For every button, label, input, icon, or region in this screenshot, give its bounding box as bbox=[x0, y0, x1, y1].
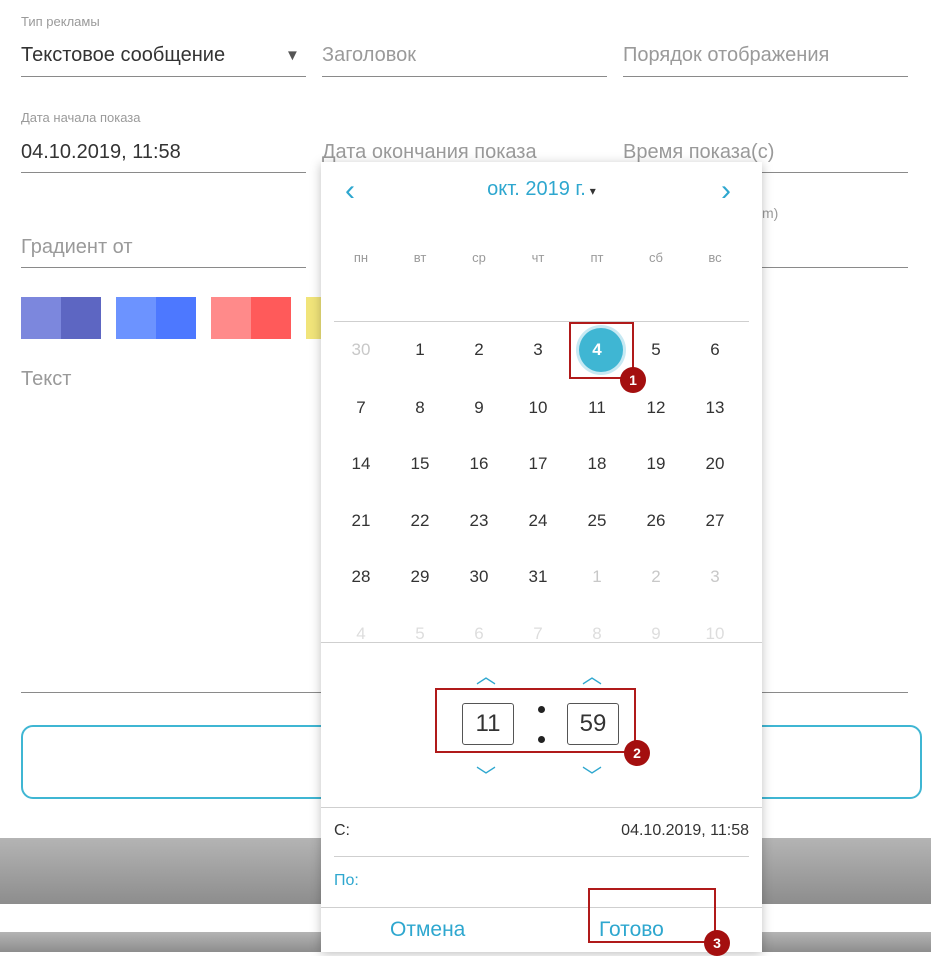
annotation-badge-2: 2 bbox=[624, 740, 650, 766]
day-cell[interactable]: 19 bbox=[636, 454, 676, 474]
minute-down-chevron-icon[interactable]: ﹀ bbox=[582, 760, 602, 789]
display-time-input[interactable]: Время показа(с) bbox=[623, 141, 774, 164]
display-order-underline bbox=[623, 76, 908, 77]
gradient-from-underline bbox=[21, 267, 306, 268]
ad-type-underline bbox=[21, 76, 306, 77]
weekday-label: пт bbox=[590, 250, 604, 265]
day-cell[interactable]: 29 bbox=[400, 567, 440, 587]
day-cell[interactable]: 2 bbox=[459, 340, 499, 360]
start-date-underline bbox=[21, 172, 306, 173]
title-input[interactable]: Заголовок bbox=[322, 44, 416, 67]
hour-up-chevron-icon[interactable]: ︿ bbox=[476, 660, 496, 689]
to-label: По: bbox=[334, 872, 359, 889]
swatch-left bbox=[306, 297, 321, 339]
day-cell[interactable]: 5 bbox=[636, 340, 676, 360]
text-label: Текст bbox=[21, 368, 72, 390]
day-cell[interactable]: 31 bbox=[518, 567, 558, 587]
day-cell[interactable]: 5 bbox=[400, 624, 440, 644]
day-cell[interactable]: 3 bbox=[695, 567, 735, 587]
swatch-right bbox=[156, 297, 196, 339]
weekday-label: пн bbox=[353, 250, 369, 265]
day-cell[interactable]: 14 bbox=[341, 454, 381, 474]
from-value: 04.10.2019, 11:58 bbox=[621, 822, 749, 839]
weekday-label: ср bbox=[472, 250, 486, 265]
chevron-down-icon[interactable]: ▼ bbox=[285, 47, 300, 64]
day-cell[interactable]: 8 bbox=[577, 624, 617, 644]
date-picker-popup: ‹ окт. 2019 г. ▾ › пн вт ср чт пт сб вс 30 1 2 3 4 5… bbox=[321, 162, 762, 952]
day-cell[interactable]: 4 bbox=[341, 624, 381, 644]
ad-type-select-value[interactable]: Текстовое сообщение bbox=[21, 44, 225, 67]
day-cell[interactable]: 3 bbox=[518, 340, 558, 360]
color-swatch[interactable] bbox=[306, 297, 321, 339]
day-cell[interactable]: 17 bbox=[518, 454, 558, 474]
annotation-box-time bbox=[435, 688, 636, 753]
weekday-label: сб bbox=[649, 250, 663, 265]
caret-down-icon: ▾ bbox=[589, 184, 596, 198]
gradient-from-input[interactable]: Градиент от bbox=[21, 236, 133, 259]
day-cell[interactable]: 8 bbox=[400, 398, 440, 418]
day-cell[interactable]: 15 bbox=[400, 454, 440, 474]
day-cell[interactable]: 16 bbox=[459, 454, 499, 474]
swatch-left bbox=[21, 297, 61, 339]
swatch-right bbox=[61, 297, 101, 339]
day-cell[interactable]: 9 bbox=[459, 398, 499, 418]
weekday-label: чт bbox=[531, 250, 545, 265]
day-cell[interactable]: 18 bbox=[577, 454, 617, 474]
day-cell[interactable]: 23 bbox=[459, 511, 499, 531]
end-date-input[interactable]: Дата окончания показа bbox=[322, 141, 537, 164]
minute-up-chevron-icon[interactable]: ︿ bbox=[582, 660, 602, 689]
color-swatch[interactable] bbox=[21, 297, 101, 339]
day-cell[interactable]: 22 bbox=[400, 511, 440, 531]
weekday-divider bbox=[334, 321, 749, 322]
time-divider bbox=[321, 807, 762, 808]
day-cell[interactable]: 10 bbox=[695, 624, 735, 644]
day-cell[interactable]: 26 bbox=[636, 511, 676, 531]
cancel-button[interactable]: Отмена bbox=[390, 918, 465, 942]
color-swatch[interactable] bbox=[116, 297, 196, 339]
annotation-badge-1: 1 bbox=[620, 367, 646, 393]
color-swatch[interactable] bbox=[211, 297, 291, 339]
day-cell[interactable]: 21 bbox=[341, 511, 381, 531]
day-cell[interactable]: 6 bbox=[459, 624, 499, 644]
day-cell[interactable]: 7 bbox=[518, 624, 558, 644]
day-cell[interactable]: 30 bbox=[341, 340, 381, 360]
day-cell[interactable]: 10 bbox=[518, 398, 558, 418]
day-cell[interactable]: 7 bbox=[341, 398, 381, 418]
day-cell[interactable]: 30 bbox=[459, 567, 499, 587]
title-underline bbox=[322, 76, 607, 77]
start-date-input[interactable]: 04.10.2019, 11:58 bbox=[21, 141, 181, 164]
annotation-box-done bbox=[588, 888, 716, 943]
day-cell[interactable]: 1 bbox=[400, 340, 440, 360]
day-cell[interactable]: 12 bbox=[636, 398, 676, 418]
day-cell[interactable]: 13 bbox=[695, 398, 735, 418]
hour-down-chevron-icon[interactable]: ﹀ bbox=[476, 760, 496, 789]
range-divider bbox=[334, 856, 749, 857]
annotation-badge-3: 3 bbox=[704, 930, 730, 956]
calendar-divider bbox=[321, 642, 762, 643]
day-cell[interactable]: 1 bbox=[577, 567, 617, 587]
day-cell[interactable]: 28 bbox=[341, 567, 381, 587]
day-cell[interactable]: 9 bbox=[636, 624, 676, 644]
day-cell[interactable]: 11 bbox=[577, 398, 617, 418]
display-order-input[interactable]: Порядок отображения bbox=[623, 44, 829, 67]
weekday-label: вт bbox=[413, 250, 427, 265]
day-cell[interactable]: 27 bbox=[695, 511, 735, 531]
from-label: С: bbox=[334, 822, 350, 839]
swatch-left bbox=[116, 297, 156, 339]
start-date-label: Дата начала показа bbox=[21, 110, 141, 125]
month-label: окт. 2019 г. bbox=[487, 178, 586, 200]
partial-field-underline bbox=[762, 267, 908, 268]
day-cell[interactable]: 2 bbox=[636, 567, 676, 587]
day-cell[interactable]: 20 bbox=[695, 454, 735, 474]
ad-type-label: Тип рекламы bbox=[21, 14, 100, 29]
month-selector[interactable]: окт. 2019 г. ▾ bbox=[321, 178, 762, 201]
swatch-left bbox=[211, 297, 251, 339]
next-month-button[interactable]: › bbox=[721, 176, 731, 206]
swatch-right bbox=[251, 297, 291, 339]
partial-field-label: m) bbox=[762, 205, 779, 221]
weekday-label: вс bbox=[708, 250, 722, 265]
day-cell[interactable]: 6 bbox=[695, 340, 735, 360]
day-cell[interactable]: 24 bbox=[518, 511, 558, 531]
day-cell[interactable]: 25 bbox=[577, 511, 617, 531]
